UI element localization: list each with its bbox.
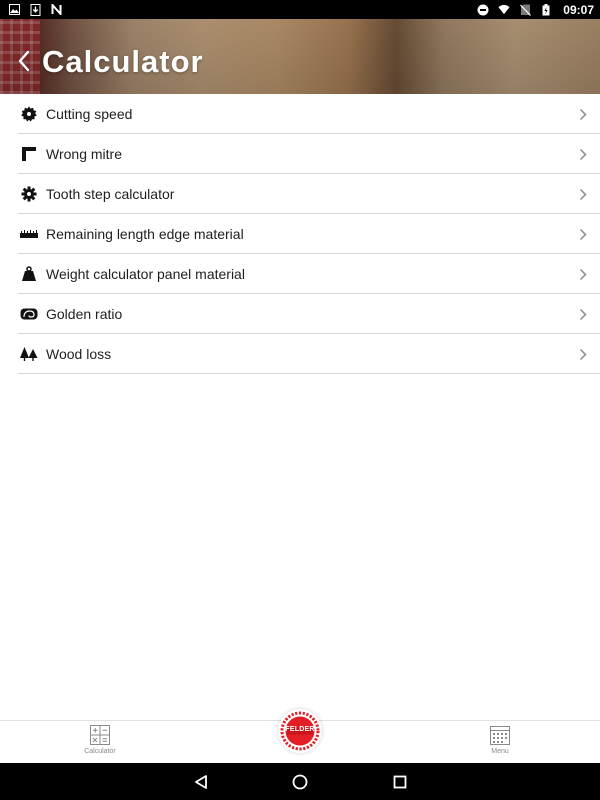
n-icon	[50, 4, 62, 16]
status-left	[8, 3, 62, 16]
ruler-icon	[19, 224, 39, 244]
list-item-label: Tooth step calculator	[46, 185, 175, 202]
image-icon	[8, 4, 20, 16]
status-bar: 09:07	[0, 0, 600, 19]
chevron-right-icon	[578, 147, 588, 161]
tab-menu[interactable]: Menu	[460, 725, 540, 761]
calculator-list: Cutting speed Wrong mitre Tooth step cal…	[18, 94, 600, 374]
mitre-angle-icon	[19, 144, 39, 164]
tab-calculator[interactable]: Calculator	[60, 725, 140, 761]
golden-spiral-icon	[19, 304, 39, 324]
circle-home-icon	[292, 774, 308, 790]
weight-icon	[19, 264, 39, 284]
tab-calculator-label: Calculator	[84, 748, 116, 755]
chevron-right-icon	[578, 107, 588, 121]
system-back-button[interactable]	[192, 773, 210, 791]
calculator-icon	[90, 725, 110, 745]
list-item-golden-ratio[interactable]: Golden ratio	[18, 294, 600, 334]
list-item-remaining-length[interactable]: Remaining length edge material	[18, 214, 600, 254]
felder-logo-button[interactable]: FELDER	[278, 709, 322, 753]
status-time: 09:07	[563, 2, 594, 17]
system-nav-bar	[0, 763, 600, 800]
triangle-back-icon	[195, 775, 207, 789]
page-title: Calculator	[42, 44, 204, 79]
list-item-wrong-mitre[interactable]: Wrong mitre	[18, 134, 600, 174]
dnd-icon	[477, 4, 489, 16]
list-item-label: Weight calculator panel material	[46, 265, 245, 282]
back-button[interactable]	[14, 48, 34, 74]
list-item-weight-calculator[interactable]: Weight calculator panel material	[18, 254, 600, 294]
square-recents-icon	[393, 775, 407, 789]
chevron-right-icon	[578, 347, 588, 361]
status-right: 09:07	[477, 3, 594, 17]
chevron-right-icon	[578, 267, 588, 281]
saw-blade-icon	[19, 104, 39, 124]
header-banner: Calculator	[0, 19, 600, 94]
list-item-label: Wood loss	[46, 345, 112, 362]
list-item-label: Golden ratio	[46, 305, 123, 322]
list-item-label: Wrong mitre	[46, 145, 122, 162]
system-home-button[interactable]	[291, 773, 309, 791]
chevron-right-icon	[578, 307, 588, 321]
no-sim-icon	[519, 4, 531, 16]
list-item-label: Remaining length edge material	[46, 225, 244, 242]
list-item-wood-loss[interactable]: Wood loss	[18, 334, 600, 374]
download-icon	[29, 3, 41, 16]
list-item-cutting-speed[interactable]: Cutting speed	[18, 94, 600, 134]
list-item-tooth-step[interactable]: Tooth step calculator	[18, 174, 600, 214]
battery-charging-icon	[540, 3, 552, 16]
trees-icon	[19, 344, 39, 364]
logo-text: FELDER	[285, 726, 315, 733]
tab-menu-label: Menu	[491, 748, 509, 755]
wifi-icon	[498, 4, 510, 16]
system-recents-button[interactable]	[391, 773, 409, 791]
menu-calendar-icon	[490, 726, 510, 745]
chevron-right-icon	[578, 227, 588, 241]
gear-icon	[19, 184, 39, 204]
list-item-label: Cutting speed	[46, 105, 133, 122]
chevron-right-icon	[578, 187, 588, 201]
chevron-left-icon	[18, 50, 30, 72]
